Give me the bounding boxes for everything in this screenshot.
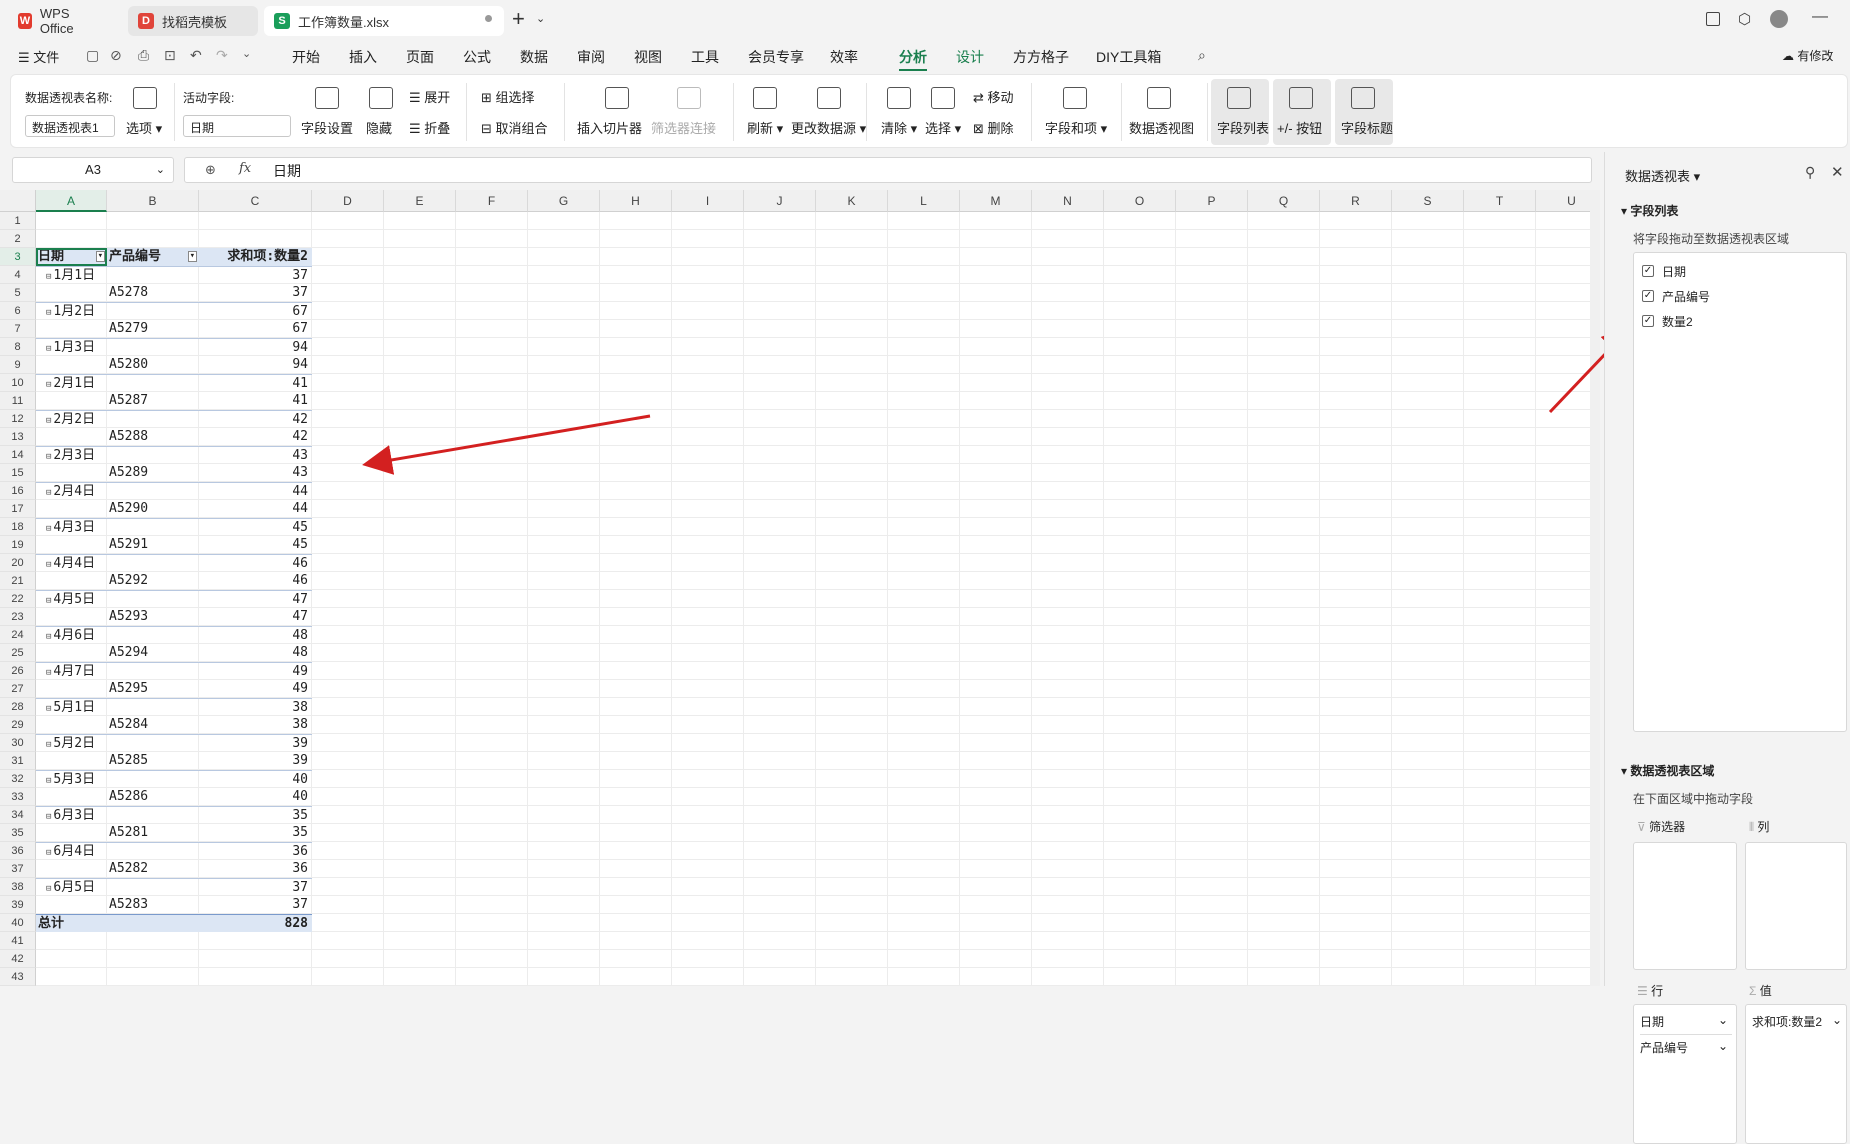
panel-title-text: 数据透视表 [1625,169,1691,184]
row-area-label-text: 行 [1651,984,1664,998]
column-area-box[interactable] [1745,842,1847,970]
field-item[interactable]: ✓ 数量2 [1642,313,1693,330]
row-item-product-label: 产品编号 [1640,1041,1689,1055]
row-area-box[interactable]: 日期 ⌄ 产品编号 ⌄ [1633,1004,1737,1144]
value-area-box[interactable]: 求和项:数量2 ⌄ [1745,1004,1847,1144]
row-item-product[interactable]: 产品编号 ⌄ [1640,1039,1732,1056]
filter-icon: ⊽ [1637,820,1646,834]
value-area-label: Σ 值 [1749,982,1772,999]
filter-area-label: ⊽ 筛选器 [1637,818,1685,835]
column-area-label: ⫴ 列 [1749,818,1769,835]
field-list-box: ✓ 日期 ✓ 产品编号 ✓ 数量2 [1633,252,1847,732]
pivot-table-panel: 数据透视表 ▾ ⚲ ✕ ▾ 字段列表 将字段拖动至数据透视表区域 ✓ 日期 ✓ 产品编… [1604,152,1850,1144]
arrow-to-pivot-table [362,414,651,475]
sigma-icon: Σ [1749,984,1757,998]
column-area-label-text: 列 [1757,820,1770,834]
value-area-label-text: 值 [1759,984,1772,998]
field-item[interactable]: ✓ 日期 [1642,263,1686,280]
field-list-heading-text: 字段列表 [1630,204,1679,218]
areas-heading-text: 数据透视表区域 [1630,764,1715,778]
row-area-label: ☰ 行 [1637,982,1663,999]
field-label: 日期 [1662,265,1687,279]
filter-area-label-text: 筛选器 [1649,820,1686,834]
field-label: 产品编号 [1662,290,1711,304]
field-list-heading[interactable]: ▾ 字段列表 [1621,202,1678,219]
chevron-down-icon[interactable]: ⌄ [1718,1013,1728,1027]
chevron-down-icon[interactable]: ⌄ [1832,1013,1842,1027]
field-checkbox[interactable]: ✓ [1642,265,1654,277]
drag-hint: 将字段拖动至数据透视表区域 [1633,232,1790,246]
field-checkbox[interactable]: ✓ [1642,290,1654,302]
columns-icon: ⫴ [1749,820,1755,834]
field-checkbox[interactable]: ✓ [1642,315,1654,327]
rows-icon: ☰ [1637,984,1648,998]
field-label: 数量2 [1662,315,1693,329]
close-icon[interactable]: ✕ [1831,163,1844,181]
row-item-date-label: 日期 [1640,1015,1665,1029]
value-item-sum-label: 求和项:数量2 [1752,1015,1823,1029]
chevron-down-icon[interactable]: ⌄ [1718,1039,1728,1053]
areas-hint: 在下面区域中拖动字段 [1633,792,1754,806]
annotation-arrows [362,325,1633,475]
pin-icon[interactable]: ⚲ [1805,164,1815,181]
row-item-date[interactable]: 日期 ⌄ [1640,1013,1732,1035]
areas-heading[interactable]: ▾ 数据透视表区域 [1621,762,1714,779]
filter-area-box[interactable] [1633,842,1737,970]
panel-title[interactable]: 数据透视表 ▾ [1625,166,1700,185]
field-item[interactable]: ✓ 产品编号 [1642,288,1710,305]
value-item-sum[interactable]: 求和项:数量2 ⌄ [1752,1013,1842,1030]
